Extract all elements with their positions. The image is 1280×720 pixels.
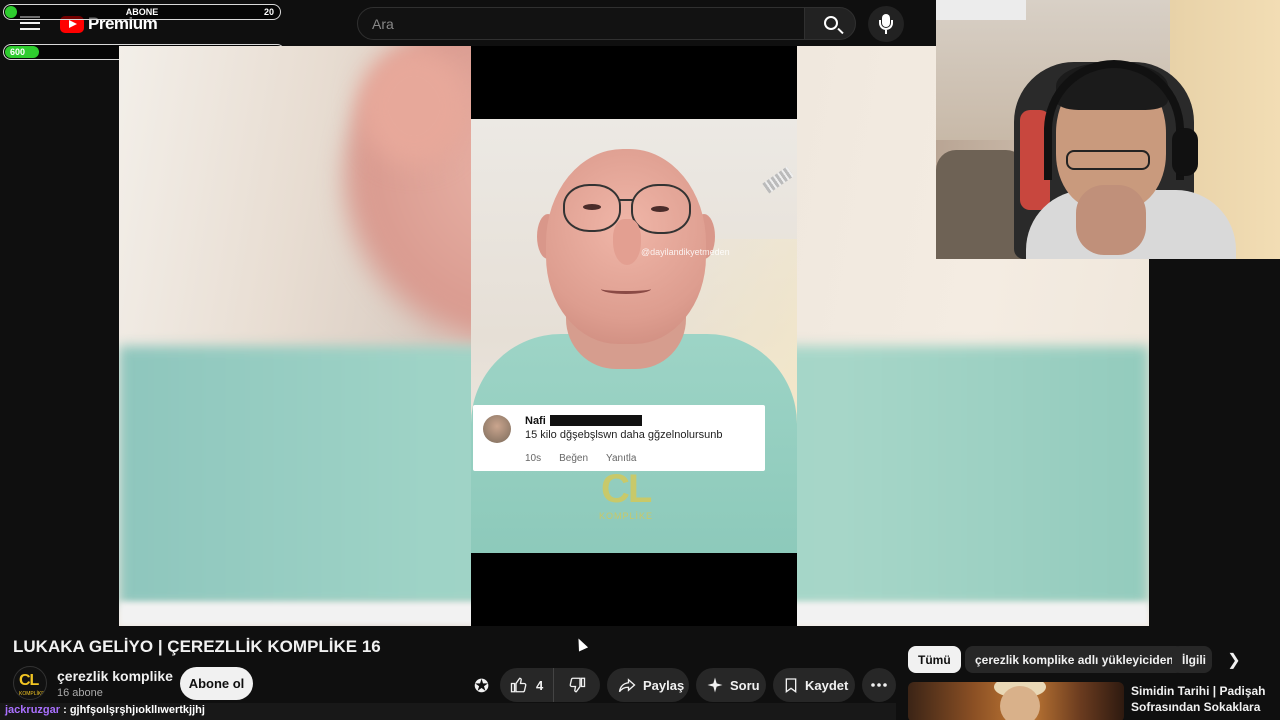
- ask-button[interactable]: Soru: [696, 668, 766, 702]
- video-watermark-handle: @dayilandikyetmeden: [641, 247, 730, 257]
- dislike-button[interactable]: [554, 668, 600, 702]
- save-label: Kaydet: [805, 677, 849, 693]
- comment-author: Nafi: [525, 415, 546, 427]
- channel-avatar-sub: KOMPLİKE: [19, 691, 45, 697]
- share-icon: [618, 678, 636, 693]
- video-logo-subtitle: KOMPLİKE: [599, 511, 654, 521]
- subscribe-button[interactable]: Abone ol: [180, 667, 253, 700]
- share-button[interactable]: Paylaş: [607, 668, 689, 702]
- comment-overlay: Nafi 15 kilo dğşebşlswn daha gğzelnolurs…: [473, 405, 765, 471]
- man-mouth: [601, 284, 651, 294]
- thumbnail-figure: [1000, 686, 1040, 720]
- like-count: 4: [536, 677, 544, 693]
- voice-search-button[interactable]: [868, 6, 904, 42]
- chat-username: jackruzgar: [5, 704, 61, 716]
- ask-label: Soru: [730, 677, 760, 693]
- channel-avatar-logo: CL: [19, 672, 39, 689]
- vertical-video: @dayilandikyetmeden Nafi 15 kilo dğşebşl…: [471, 46, 797, 626]
- glasses-left-lens: [563, 184, 621, 232]
- more-horizontal-icon: [871, 683, 887, 687]
- more-actions-button[interactable]: [862, 668, 896, 702]
- search-icon: [824, 16, 838, 30]
- comment-text: 15 kilo dğşebşlswn daha gğzelnolursunb: [525, 429, 723, 441]
- thumbs-up-icon: [510, 677, 527, 693]
- comment-time: 10s: [525, 453, 542, 464]
- video-frame: @dayilandikyetmeden Nafi 15 kilo dğşebşl…: [471, 119, 797, 553]
- streamer-webcam: [936, 0, 1280, 259]
- subscribe-goal-target: 20: [263, 7, 274, 17]
- redaction-bar: [550, 415, 642, 426]
- chip-from-uploader[interactable]: çerezlik komplike adlı yükleyiciden: [965, 646, 1184, 673]
- recommendation-thumbnail[interactable]: [908, 682, 1124, 720]
- bookmark-icon: [785, 678, 797, 693]
- man-nose: [613, 219, 641, 265]
- save-button[interactable]: Kaydet: [773, 668, 855, 702]
- search-box[interactable]: [357, 7, 805, 40]
- like-dislike-group: 4: [500, 668, 600, 702]
- channel-avatar[interactable]: CL KOMPLİKE: [13, 666, 47, 700]
- thumbs-down-icon: [569, 677, 586, 693]
- video-title: LUKAKA GELİYO | ÇEREZLLİK KOMPLİKE 16: [13, 637, 381, 656]
- search-button[interactable]: [804, 7, 856, 40]
- headphone-cup: [1172, 128, 1198, 176]
- antenna: [762, 166, 794, 194]
- comment-reply: Yanıtla: [606, 453, 637, 464]
- glasses-bridge: [619, 199, 633, 201]
- sparkle-icon: [707, 677, 723, 693]
- webcam-person-hand: [1076, 185, 1146, 255]
- share-label: Paylaş: [643, 677, 685, 693]
- recommendation-title[interactable]: Simidin Tarihi | Padişah Sofrasından Sok…: [1131, 683, 1271, 715]
- search-input[interactable]: [358, 8, 804, 39]
- video-logo-watermark: CL: [601, 467, 652, 511]
- like-button[interactable]: 4: [500, 668, 554, 702]
- comment-like: Beğen: [559, 453, 589, 464]
- comment-meta: 10s Beğen Yanıtla: [525, 453, 636, 464]
- channel-name[interactable]: çerezlik komplike: [57, 668, 173, 684]
- subscribe-goal-bar: ABONE 20: [3, 4, 281, 20]
- puzzle-extension-icon[interactable]: ✪: [474, 676, 489, 697]
- chip-all[interactable]: Tümü: [908, 646, 961, 673]
- comment-avatar: [483, 415, 511, 443]
- chat-ticker: jackruzgar : gjhfşoılşrşhjıokllıwertkjjh…: [0, 703, 896, 720]
- subscribe-goal-label: ABONE: [125, 7, 159, 17]
- webcam-person-glasses: [1066, 150, 1150, 170]
- webcam-air-conditioner: [936, 0, 1026, 20]
- chat-message: gjhfşoılşrşhjıokllıwertkjjhj: [69, 704, 205, 716]
- chevron-right-icon[interactable]: ❯: [1224, 650, 1244, 670]
- glasses-right-lens: [631, 184, 691, 234]
- mouse-cursor-icon: [573, 636, 589, 652]
- chip-related[interactable]: İlgili: [1172, 646, 1212, 673]
- webcam-sofa: [936, 150, 1026, 259]
- blurred-background-ear: [359, 46, 469, 166]
- subscriber-count: 16 abone: [57, 687, 103, 699]
- chat-separator: :: [60, 704, 70, 716]
